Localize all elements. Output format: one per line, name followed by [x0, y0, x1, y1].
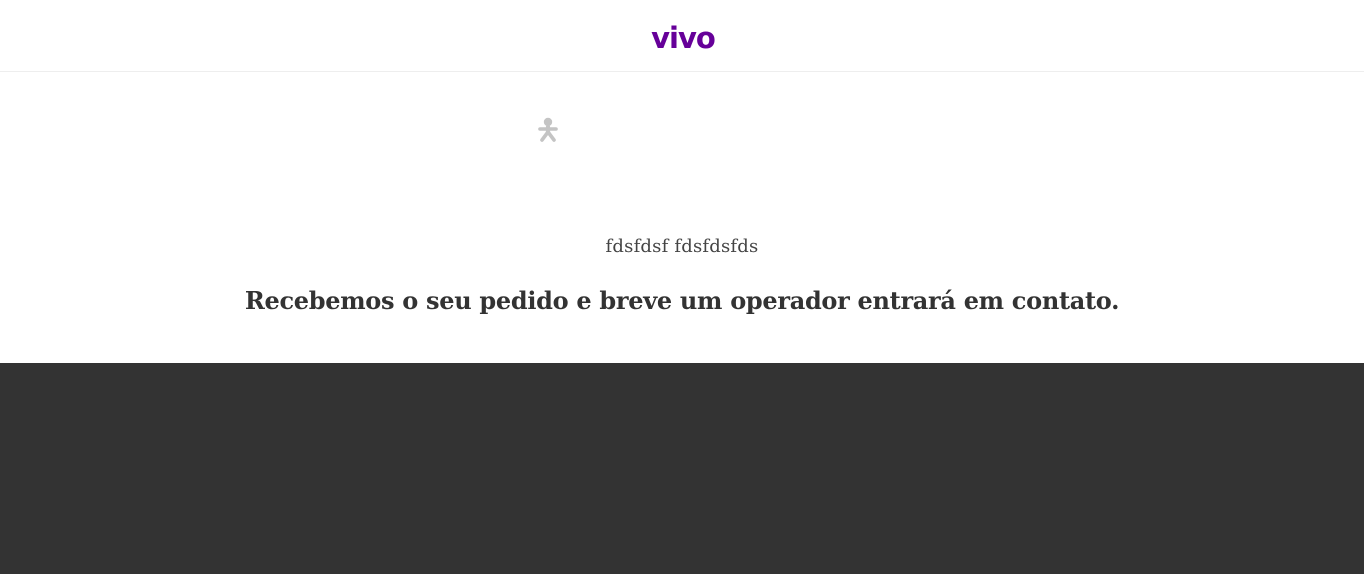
- vivo-logo[interactable]: vivo: [650, 22, 716, 54]
- person-icon: [537, 117, 559, 143]
- customer-name: fdsfdsf fdsfdsfds: [605, 236, 759, 257]
- logo-text: vivo: [651, 21, 716, 55]
- confirmation-message: Recebemos o seu pedido e breve um operad…: [244, 286, 1120, 315]
- header: vivo: [0, 0, 1364, 72]
- footer: [0, 363, 1364, 574]
- main-content: fdsfdsf fdsfdsfds Recebemos o seu pedido…: [0, 72, 1364, 363]
